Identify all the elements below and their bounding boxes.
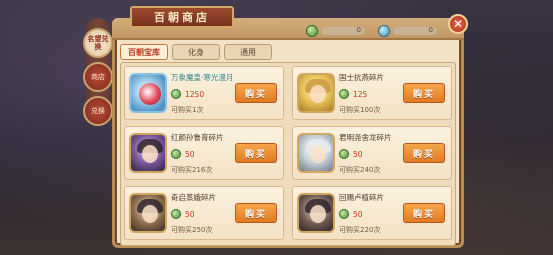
item-limit: 可购买250次 bbox=[171, 226, 213, 234]
item-limit: 可购买220次 bbox=[339, 226, 381, 234]
item-limit: 可购买240次 bbox=[339, 166, 381, 174]
item-name: 红颜孙鲁育碎片 bbox=[171, 133, 224, 142]
item-name: 回赐卢植碎片 bbox=[339, 193, 384, 202]
jade-coin-icon bbox=[339, 209, 349, 219]
shop-item: 奇启蒸娥碎片 50 可购买250次 购买 bbox=[124, 186, 284, 240]
jade-coin-icon bbox=[339, 89, 349, 99]
item-name: 万象魔皇·寒光漫月 bbox=[171, 73, 234, 82]
shop-item: 君明尧舍龙碎片 50 可购买240次 购买 bbox=[292, 126, 452, 180]
buy-button[interactable]: 购买 bbox=[403, 203, 445, 223]
currency-blue: 0 bbox=[378, 25, 437, 37]
side-tab-shop[interactable]: 商店 bbox=[83, 62, 113, 92]
item-portrait bbox=[297, 133, 335, 173]
item-price: 50 bbox=[339, 209, 363, 219]
buy-button[interactable]: 购买 bbox=[403, 143, 445, 163]
buy-button[interactable]: 购买 bbox=[235, 203, 277, 223]
subtab-avatar[interactable]: 化身 bbox=[172, 44, 220, 60]
shop-item: 红颜孙鲁育碎片 50 可购买216次 购买 bbox=[124, 126, 284, 180]
buy-button[interactable]: 购买 bbox=[235, 143, 277, 163]
subtab-general[interactable]: 通用 bbox=[224, 44, 272, 60]
item-limit: 可购买216次 bbox=[171, 166, 213, 174]
item-price: 1250 bbox=[171, 89, 204, 99]
jade-coin-icon bbox=[171, 89, 181, 99]
buy-button[interactable]: 购买 bbox=[235, 83, 277, 103]
side-tabs: 名望兑换 商店 兑换 bbox=[83, 28, 113, 130]
shop-item: 回赐卢植碎片 50 可购买220次 购买 bbox=[292, 186, 452, 240]
item-name: 奇启蒸娥碎片 bbox=[171, 193, 216, 202]
item-portrait bbox=[297, 193, 335, 233]
currency-jade: 0 bbox=[306, 25, 365, 37]
shop-item: 国士抗燕碎片 125 可购买100次 购买 bbox=[292, 66, 452, 120]
item-price: 50 bbox=[171, 149, 195, 159]
item-price: 125 bbox=[339, 89, 367, 99]
sub-tabs: 百朝宝库 化身 通用 bbox=[120, 44, 272, 60]
item-price: 50 bbox=[339, 149, 363, 159]
item-name: 君明尧舍龙碎片 bbox=[339, 133, 392, 142]
item-limit: 可购买1次 bbox=[171, 106, 204, 114]
buy-button[interactable]: 购买 bbox=[403, 83, 445, 103]
jade-coin-icon bbox=[171, 209, 181, 219]
page-title: 百朝商店 bbox=[130, 6, 234, 28]
item-grid: 万象魔皇·寒光漫月 1250 可购买1次 购买 国士抗燕碎片 125 可购买10… bbox=[124, 66, 454, 240]
jade-coin-icon bbox=[171, 149, 181, 159]
item-portrait bbox=[129, 73, 167, 113]
item-name: 国士抗燕碎片 bbox=[339, 73, 384, 82]
close-button[interactable]: ✕ bbox=[448, 14, 468, 34]
side-tab-exchange[interactable]: 兑换 bbox=[83, 96, 113, 126]
shop-item: 万象魔皇·寒光漫月 1250 可购买1次 购买 bbox=[124, 66, 284, 120]
jade-coin-icon bbox=[339, 149, 349, 159]
item-portrait bbox=[129, 133, 167, 173]
item-limit: 可购买100次 bbox=[339, 106, 381, 114]
side-tab-fame-exchange[interactable]: 名望兑换 bbox=[83, 28, 113, 58]
item-portrait bbox=[297, 73, 335, 113]
item-portrait bbox=[129, 193, 167, 233]
item-price: 50 bbox=[171, 209, 195, 219]
subtab-treasury[interactable]: 百朝宝库 bbox=[120, 44, 168, 60]
blue-coin-icon bbox=[378, 25, 390, 37]
jade-coin-icon bbox=[306, 25, 318, 37]
